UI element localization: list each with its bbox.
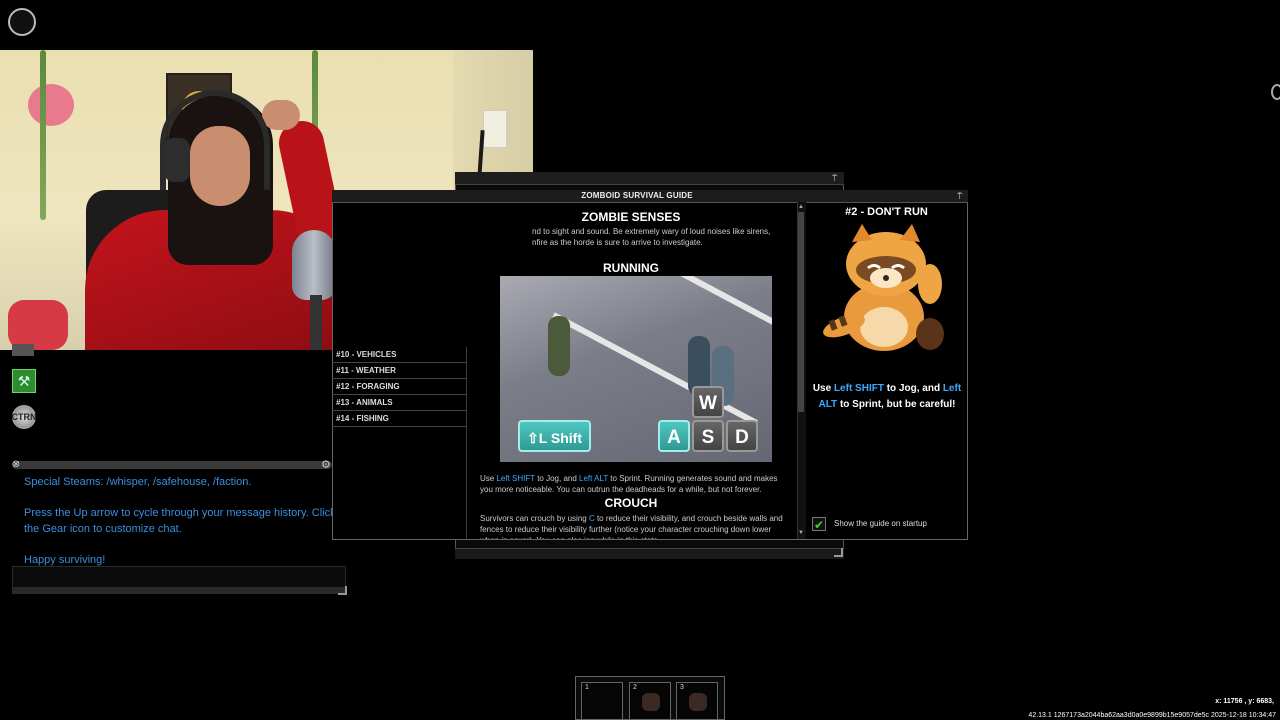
menu-circle-button[interactable] [8,8,36,36]
guide-back-bottom-bar [455,548,844,559]
chat-resize-handle[interactable] [338,586,347,595]
guide-nav-item-foraging[interactable]: #12 - FORAGING [332,379,466,395]
chat-bottom-bar [12,588,346,594]
slot-item-icon [689,693,707,711]
scroll-down-icon[interactable]: ▼ [797,528,805,538]
guide-nav-item-animals[interactable]: #13 - ANIMALS [332,395,466,411]
guide-back-titlebar[interactable] [455,172,844,185]
hotbar-slot-1[interactable]: 1 [581,682,623,720]
coordinates-readout: x: 11756 , y: 6683, [1215,698,1274,705]
guide-back-resize-handle[interactable] [834,548,843,557]
a-key-icon: A [658,420,690,452]
chat-log: Special Steams: /whisper, /safehouse, /f… [24,474,339,568]
slot-number: 2 [633,684,637,691]
survivor-figure [548,316,570,376]
build-version: 42.13.1 1267173a2044ba62aa3d0a0e9899b15e… [1028,712,1276,719]
hotbar-slot-2[interactable]: 2 [629,682,671,720]
raccoon-mascot-icon [823,224,944,351]
crafting-icon[interactable]: ⚒ [12,369,36,393]
scroll-up-icon[interactable]: ▲ [797,202,805,212]
section-title-crouch: CROUCH [604,496,658,510]
chat-line: Press the Up arrow to cycle through your… [24,507,336,535]
microphone [292,230,336,300]
slot-item-icon [642,693,660,711]
section-title-zombie-senses: ZOMBIE SENSES [581,210,681,224]
chat-close-icon[interactable]: ⊗ [11,460,21,470]
slot-number: 3 [680,684,684,691]
pin-icon[interactable]: ⍑ [832,173,837,183]
lshift-key-icon: ⇧L Shift [518,420,591,452]
chat-line: Special Steams: /whisper, /safehouse, /f… [24,476,252,488]
s-key-icon: S [692,420,724,452]
hotbar-slot-3[interactable]: 3 [676,682,718,720]
show-guide-label: Show the guide on startup [834,519,927,528]
senses-text: nd to sight and sound. Be extremely wary… [532,227,771,247]
chat-gear-icon[interactable]: ⚙ [321,459,331,471]
tip-title: #2 - DON'T RUN [845,206,928,218]
running-text: Use Left SHIFT to Jog, and Left ALT to S… [480,474,778,494]
chat-input[interactable] [12,566,346,588]
guide-nav-item-weather[interactable]: #11 - WEATHER [332,363,466,379]
section-title-running: RUNNING [603,261,659,275]
pin-icon[interactable]: ⍑ [957,190,962,202]
d-key-icon: D [726,420,758,452]
partial-hud-icon[interactable] [12,344,34,356]
clothing-icon[interactable]: CTRN [12,405,37,429]
guide-nav-item-vehicles[interactable]: #10 - VEHICLES [332,347,466,363]
tip-text: Use Left SHIFT to Jog, and Left ALT to S… [812,383,962,410]
guide-title: ZOMBOID SURVIVAL GUIDE [581,191,693,200]
show-guide-checkbox[interactable]: ✔ [812,517,826,532]
running-illustration: ⇧L Shift W A S D [500,276,772,462]
pink-lamp [28,84,74,126]
edge-icon[interactable] [1271,84,1280,100]
chat-title-bar[interactable] [12,461,332,469]
w-key-icon: W [692,386,724,418]
guide-nav-item-fishing[interactable]: #14 - FISHING [332,411,466,427]
crouch-text: Survivors can crouch by using C to reduc… [480,514,783,539]
guide-nav-list: #10 - VEHICLES #11 - WEATHER #12 - FORAG… [332,347,467,539]
slot-number: 1 [585,684,589,691]
guide-scroll-thumb[interactable] [798,212,804,412]
